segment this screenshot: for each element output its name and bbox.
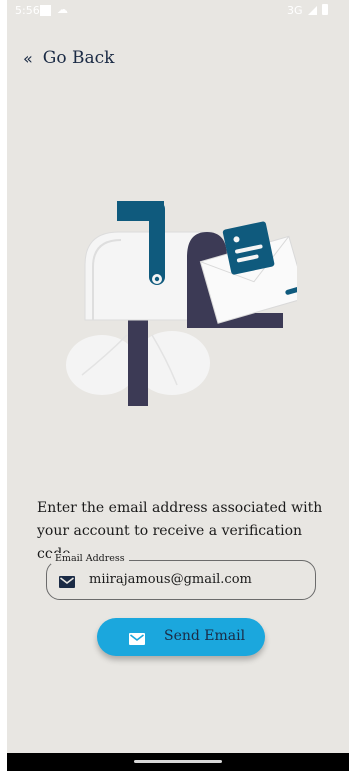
home-indicator[interactable] (134, 760, 222, 763)
go-back-label: Go Back (42, 48, 115, 68)
status-bar: 5:56 ☁ 3G (7, 0, 349, 22)
mail-icon (59, 573, 75, 592)
notification-icon (40, 5, 51, 16)
navigation-bar (7, 753, 349, 771)
send-email-button[interactable]: Send Email (97, 618, 265, 656)
mail-icon (129, 630, 145, 649)
cloud-icon: ☁ (57, 3, 68, 16)
battery-icon (322, 4, 328, 15)
send-email-label: Send Email (164, 628, 246, 644)
mailbox-illustration (57, 185, 308, 414)
email-field[interactable]: Email Address miirajamous@gmail.com (46, 553, 316, 600)
network-type: 3G (287, 4, 303, 17)
status-time: 5:56 (15, 4, 40, 17)
double-chevron-left-icon: « (23, 48, 33, 68)
go-back-button[interactable]: « Go Back (23, 48, 114, 68)
signal-icon (308, 6, 317, 15)
email-field-label: Email Address (51, 553, 129, 564)
screen: 5:56 ☁ 3G « Go Back Enter the email addr… (7, 0, 349, 771)
email-field-value: miirajamous@gmail.com (89, 572, 252, 587)
